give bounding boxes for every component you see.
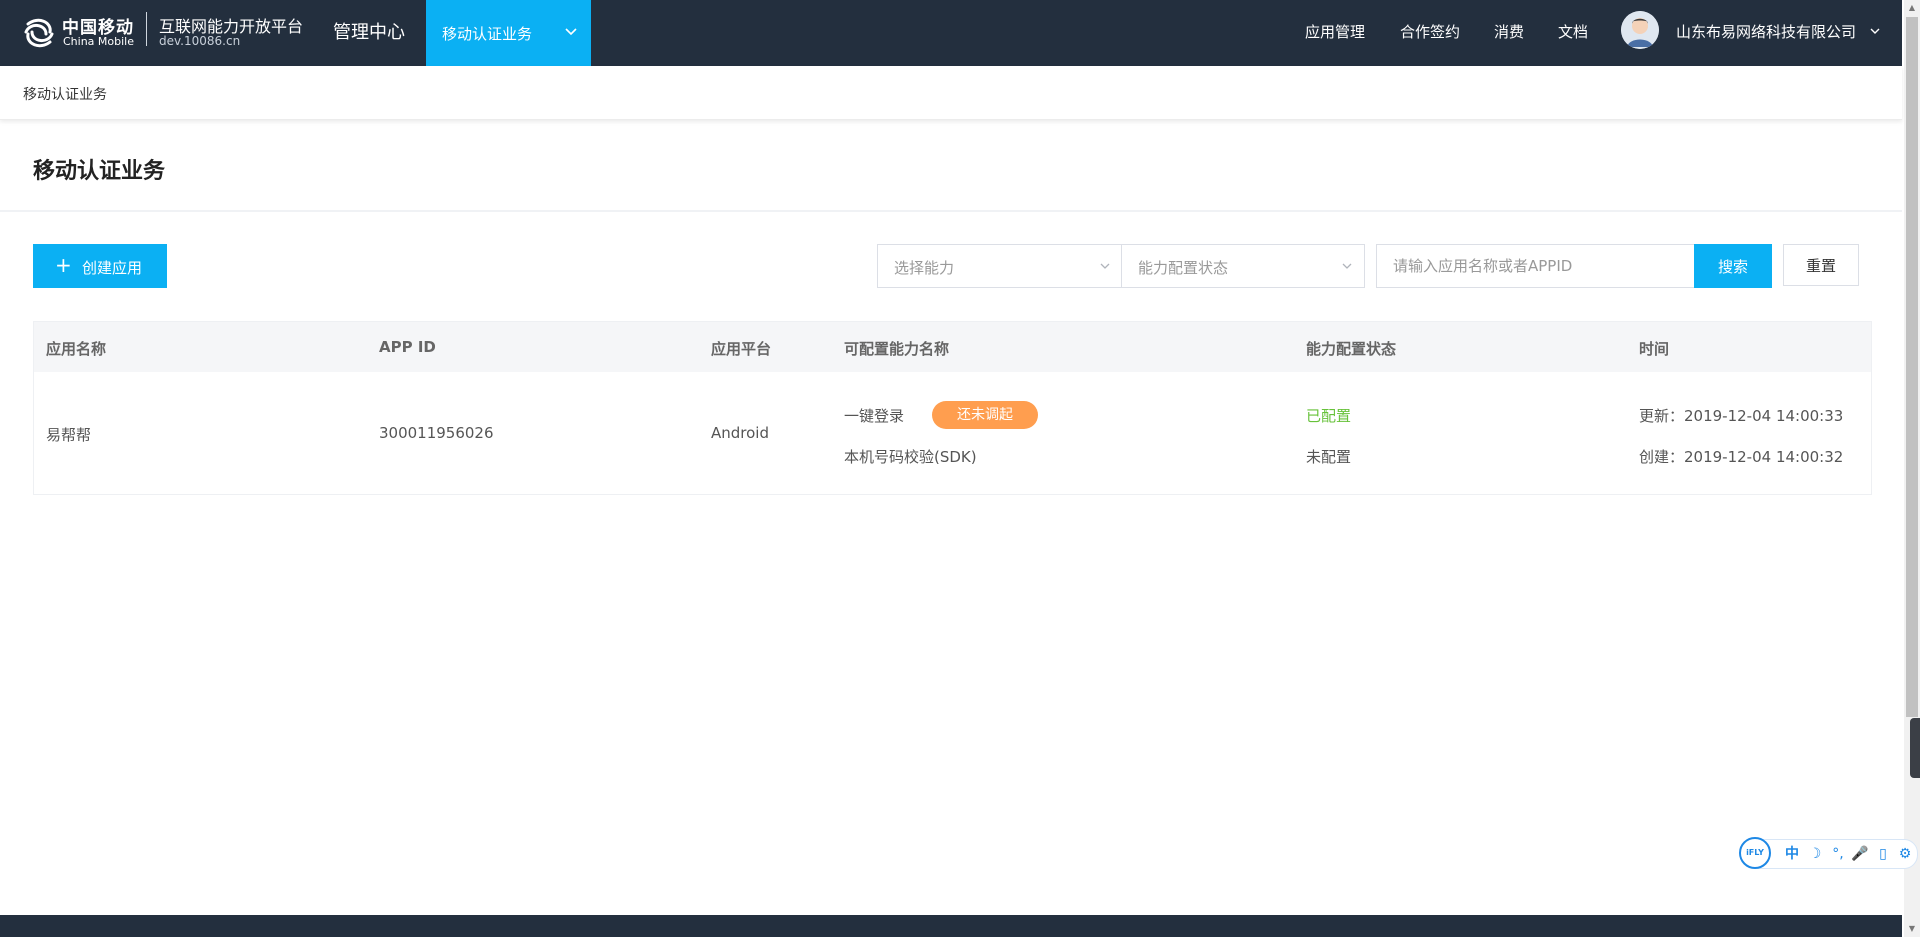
col-app-name: 应用名称 xyxy=(46,340,107,358)
ifly-logo-icon[interactable]: iFLY xyxy=(1739,837,1771,869)
chevron-down-icon xyxy=(565,28,577,36)
title-divider xyxy=(0,210,1902,212)
table-header: 应用名称 APP ID 应用平台 可配置能力名称 能力配置状态 时间 xyxy=(34,322,1871,372)
updated-time: 更新：2019-12-04 14:00:33 xyxy=(1639,407,1844,425)
col-capability: 可配置能力名称 xyxy=(844,340,950,358)
ime-keyboard-icon[interactable]: ▯ xyxy=(1874,845,1892,863)
nav-app-management[interactable]: 应用管理 xyxy=(1305,21,1365,42)
chevron-down-icon xyxy=(1342,263,1352,269)
breadcrumb-bar: 移动认证业务 xyxy=(0,66,1902,120)
capability-one-click-login: 一键登录 xyxy=(844,407,905,425)
config-status-select[interactable]: 能力配置状态 xyxy=(1121,244,1365,288)
ime-microphone-icon[interactable]: 🎤 xyxy=(1851,845,1869,863)
apps-table: 应用名称 APP ID 应用平台 可配置能力名称 能力配置状态 时间 易帮帮 3… xyxy=(33,321,1872,495)
reset-button[interactable]: 重置 xyxy=(1783,244,1859,286)
avatar-icon[interactable] xyxy=(1621,11,1659,49)
brand-divider xyxy=(146,12,147,46)
nav-mobile-auth-label: 移动认证业务 xyxy=(442,25,533,43)
platform-cell: Android xyxy=(711,424,769,442)
create-app-label: 创建应用 xyxy=(82,259,143,277)
nav-contract-signing[interactable]: 合作签约 xyxy=(1400,21,1460,42)
ime-settings-icon[interactable]: ⚙ xyxy=(1896,845,1914,863)
breadcrumb[interactable]: 移动认证业务 xyxy=(23,84,107,104)
app-name-cell: 易帮帮 xyxy=(46,426,92,444)
nav-consumption[interactable]: 消费 xyxy=(1494,21,1524,42)
top-navbar: 中国移动 China Mobile 互联网能力开放平台 dev.10086.cn… xyxy=(0,0,1902,66)
col-time: 时间 xyxy=(1639,340,1670,358)
ime-moon-icon[interactable]: ☽ xyxy=(1806,845,1824,863)
config-status-unconfigured: 未配置 xyxy=(1306,448,1352,466)
table-row[interactable]: 易帮帮 300011956026 Android 一键登录 还未调起 本机号码校… xyxy=(34,373,1871,494)
company-account-menu[interactable]: 山东布易网络科技有限公司 xyxy=(1676,21,1856,42)
management-center-link[interactable]: 管理中心 xyxy=(333,18,405,44)
create-app-button[interactable]: + 创建应用 xyxy=(33,244,167,288)
app-id-cell: 300011956026 xyxy=(379,424,494,442)
plus-icon: + xyxy=(55,253,72,277)
platform-domain: dev.10086.cn xyxy=(159,34,241,48)
nav-docs[interactable]: 文档 xyxy=(1558,21,1588,42)
col-config-status: 能力配置状态 xyxy=(1306,340,1397,358)
brand-name-en: China Mobile xyxy=(63,35,135,48)
nav-mobile-auth-dropdown[interactable]: 移动认证业务 xyxy=(426,0,591,66)
footer xyxy=(0,915,1902,937)
capability-select-placeholder: 选择能力 xyxy=(894,259,955,277)
search-button[interactable]: 搜索 xyxy=(1694,244,1772,288)
config-status-configured: 已配置 xyxy=(1306,407,1352,425)
user-avatar-icon xyxy=(1621,11,1659,49)
capability-select[interactable]: 选择能力 xyxy=(877,244,1123,288)
status-badge: 还未调起 xyxy=(932,401,1038,429)
scroll-up-arrow-icon[interactable]: ▲ xyxy=(1904,0,1920,16)
scroll-down-arrow-icon[interactable]: ▼ xyxy=(1904,921,1920,937)
page-title: 移动认证业务 xyxy=(33,159,166,184)
col-platform: 应用平台 xyxy=(711,340,772,358)
brand[interactable]: 中国移动 China Mobile 互联网能力开放平台 dev.10086.cn xyxy=(20,10,303,56)
chevron-down-icon xyxy=(1100,263,1110,269)
ime-punctuation-icon[interactable]: °, xyxy=(1829,845,1847,863)
created-time: 创建：2019-12-04 14:00:32 xyxy=(1639,448,1844,466)
scrollbar-thumb[interactable] xyxy=(1906,17,1918,717)
side-panel-handle[interactable] xyxy=(1910,718,1920,778)
capability-number-verify: 本机号码校验(SDK) xyxy=(844,448,977,466)
ime-chinese-mode-icon[interactable]: 中 xyxy=(1783,845,1801,863)
page-scrollbar[interactable]: ▲ ▼ xyxy=(1904,0,1920,937)
search-input[interactable] xyxy=(1376,244,1700,288)
ime-toolbar: iFLY 中 ☽ °, 🎤 ▯ ⚙ xyxy=(1739,837,1918,869)
chevron-down-icon[interactable] xyxy=(1869,25,1881,37)
col-app-id: APP ID xyxy=(379,338,436,356)
china-mobile-logo-icon xyxy=(24,18,54,48)
config-status-placeholder: 能力配置状态 xyxy=(1138,259,1229,277)
